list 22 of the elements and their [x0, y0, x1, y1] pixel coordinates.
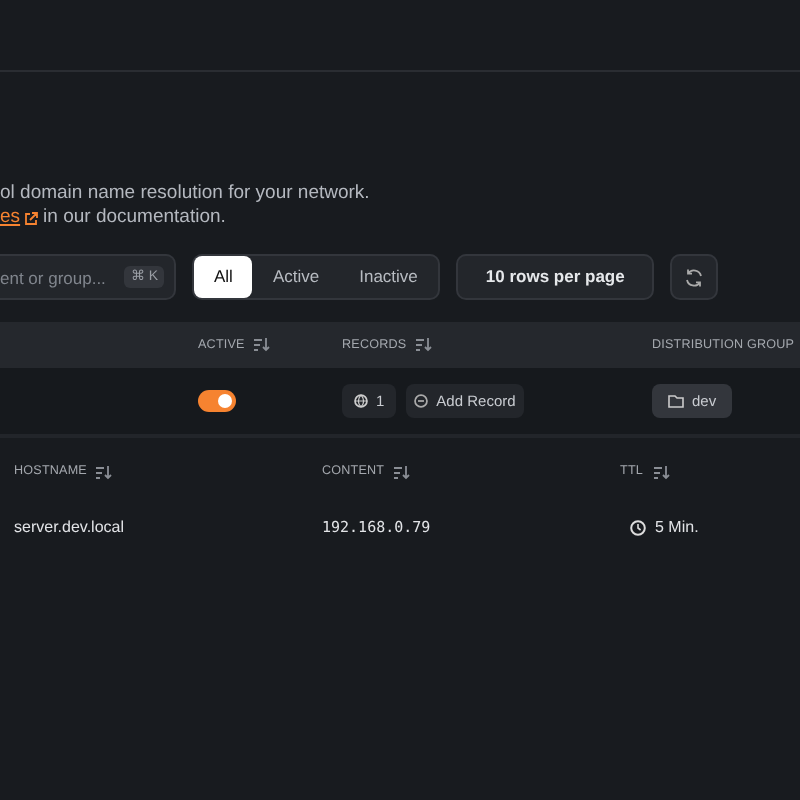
clock-icon [629, 520, 645, 536]
rows-per-page-select[interactable]: 10 rows per page [455, 254, 654, 300]
sort-icon[interactable] [96, 465, 113, 479]
sort-icon[interactable] [416, 338, 433, 352]
sort-icon[interactable] [653, 465, 669, 479]
ttl-cell: 5 Min. [655, 516, 699, 540]
sort-icon[interactable] [254, 338, 271, 352]
documentation-link[interactable]: es [0, 206, 21, 230]
minus-circle-icon [414, 394, 429, 408]
sort-icon[interactable] [394, 465, 411, 479]
globe-icon [354, 394, 368, 408]
refresh-icon [683, 267, 704, 287]
active-toggle[interactable] [198, 390, 236, 412]
filter-tab[interactable]: Inactive [339, 256, 438, 298]
filter-tab[interactable]: All [194, 256, 253, 298]
hostname-cell: server.dev.local [14, 516, 124, 540]
description-text: ol domain name resolution for your network. [0, 182, 372, 206]
external-link-icon[interactable] [24, 211, 39, 225]
filter-tab[interactable]: Active [252, 256, 340, 298]
folder-icon [668, 394, 684, 408]
refresh-button[interactable] [669, 254, 718, 300]
description-text: in our documentation. [43, 206, 226, 230]
